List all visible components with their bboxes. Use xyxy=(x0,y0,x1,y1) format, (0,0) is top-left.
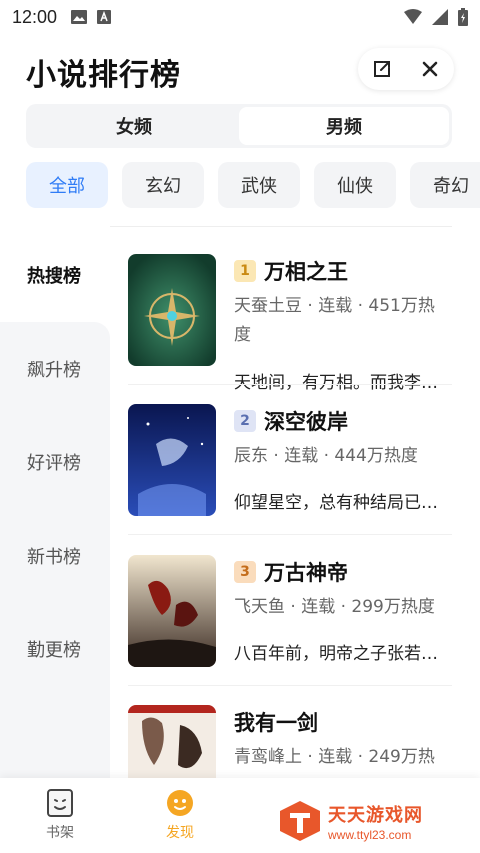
book-item[interactable]: 我有一剑 青鸾峰上 · 连载 · 249万热 xyxy=(128,705,452,778)
book-separator xyxy=(128,384,452,385)
tab-male[interactable]: 男频 xyxy=(239,107,449,145)
nav-bookshelf-label: 书架 xyxy=(46,825,74,841)
book-description: 天地间，有万相。而我李… xyxy=(234,373,438,393)
book-title-row: 3 万古神帝 xyxy=(234,555,452,589)
chip-xianxia[interactable]: 仙侠 xyxy=(314,162,396,208)
book-separator xyxy=(128,685,452,686)
close-button[interactable] xyxy=(410,49,450,89)
divider xyxy=(110,226,452,227)
book-meta: 青鸾峰上 · 连载 · 249万热 xyxy=(234,743,452,772)
book-meta-line: 辰东 · 连载 · 444万热度 xyxy=(234,446,418,466)
category-chips: 全部 玄幻 武侠 仙侠 奇幻 xyxy=(26,162,480,210)
book-cover-art xyxy=(128,705,216,778)
chip-xuanhuan[interactable]: 玄幻 xyxy=(122,162,204,208)
status-left-icons xyxy=(71,10,112,24)
book-info: 我有一剑 青鸾峰上 · 连载 · 249万热 xyxy=(234,705,452,772)
rank-nav: 热搜榜 飙升榜 好评榜 新书榜 勤更榜 xyxy=(0,226,110,792)
discover-icon xyxy=(167,790,193,816)
book-cover-art xyxy=(128,404,216,516)
book-meta: 飞天鱼 · 连载 · 299万热度 xyxy=(234,593,452,622)
book-meta-line: 青鸾峰上 · 连载 · 249万热 xyxy=(234,747,435,767)
chip-all[interactable]: 全部 xyxy=(26,162,108,208)
rank-badge: 2 xyxy=(234,410,256,432)
book-title: 万相之王 xyxy=(264,260,348,284)
book-item[interactable]: 2 深空彼岸 辰东 · 连载 · 444万热度 仰望星空，总有种结局已… xyxy=(128,404,452,554)
watermark-url: www.ttyl23.com xyxy=(328,827,412,842)
rank-badge: 1 xyxy=(234,260,256,282)
watermark-text: 天天游戏网 www.ttyl23.com xyxy=(328,801,423,842)
nav-discover[interactable]: 发现 xyxy=(150,788,210,842)
book-cover[interactable] xyxy=(128,254,216,366)
book-item[interactable]: 1 万相之王 天蚕土豆 · 连载 · 451万热 度 天地间，有万相。而我李… xyxy=(128,254,452,404)
book-title-row: 1 万相之王 xyxy=(234,254,452,288)
watermark-title: 天天游戏网 xyxy=(328,804,423,826)
book-description: 八百年前，明帝之子张若… xyxy=(234,644,438,664)
page-title: 小说排行榜 xyxy=(26,58,181,93)
wifi-icon xyxy=(404,9,422,24)
nav-discover-label: 发现 xyxy=(166,825,194,841)
header-actions xyxy=(358,48,454,90)
bookshelf-icon xyxy=(47,789,73,817)
watermark: 天天游戏网 www.ttyl23.com xyxy=(278,796,478,846)
book-title-row: 我有一剑 xyxy=(234,705,452,739)
book-info: 3 万古神帝 飞天鱼 · 连载 · 299万热度 xyxy=(234,555,452,622)
rank-nav-hot-search[interactable]: 热搜榜 xyxy=(27,262,81,288)
signal-icon xyxy=(432,9,448,25)
status-right-icons xyxy=(404,8,468,26)
book-item[interactable]: 3 万古神帝 飞天鱼 · 连载 · 299万热度 八百年前，明帝之子张若… xyxy=(128,555,452,705)
rank-nav-rising[interactable]: 飙升榜 xyxy=(27,356,81,382)
book-cover[interactable] xyxy=(128,404,216,516)
book-title: 深空彼岸 xyxy=(264,410,348,434)
image-notification-icon xyxy=(71,10,88,24)
book-cover[interactable] xyxy=(128,555,216,667)
rank-nav-top-rated[interactable]: 好评榜 xyxy=(27,449,81,475)
share-button[interactable] xyxy=(362,49,402,89)
close-icon xyxy=(422,61,438,77)
book-cover[interactable] xyxy=(128,705,216,778)
book-cover-art xyxy=(128,254,216,366)
book-meta-line: 度 xyxy=(234,325,251,345)
book-title: 万古神帝 xyxy=(264,561,348,585)
rank-badge: 3 xyxy=(234,561,256,583)
book-meta: 天蚕土豆 · 连载 · 451万热 度 xyxy=(234,292,452,350)
battery-icon xyxy=(458,8,468,26)
a-notification-icon xyxy=(97,10,112,24)
share-icon xyxy=(374,61,390,77)
tab-female[interactable]: 女频 xyxy=(29,107,239,145)
book-meta-line: 飞天鱼 · 连载 · 299万热度 xyxy=(234,597,435,617)
book-info: 2 深空彼岸 辰东 · 连载 · 444万热度 xyxy=(234,404,452,471)
gender-tabs: 女频 男频 xyxy=(26,104,452,148)
status-time: 12:00 xyxy=(12,6,58,27)
book-description: 仰望星空，总有种结局已… xyxy=(234,493,438,513)
chip-wuxia[interactable]: 武侠 xyxy=(218,162,300,208)
nav-bookshelf[interactable]: 书架 xyxy=(30,788,90,842)
rank-nav-frequent-updates[interactable]: 勤更榜 xyxy=(27,636,81,662)
chip-qihuan[interactable]: 奇幻 xyxy=(410,162,480,208)
book-separator xyxy=(128,534,452,535)
book-info: 1 万相之王 天蚕土豆 · 连载 · 451万热 度 xyxy=(234,254,452,350)
watermark-logo-icon xyxy=(280,801,320,841)
book-meta: 辰东 · 连载 · 444万热度 xyxy=(234,442,452,471)
book-meta-line: 天蚕土豆 · 连载 · 451万热 xyxy=(234,296,435,316)
status-bar: 12:00 xyxy=(0,0,480,34)
rank-nav-new-books[interactable]: 新书榜 xyxy=(27,543,81,569)
book-title-row: 2 深空彼岸 xyxy=(234,404,452,438)
book-cover-art xyxy=(128,555,216,667)
book-title: 我有一剑 xyxy=(234,711,318,735)
